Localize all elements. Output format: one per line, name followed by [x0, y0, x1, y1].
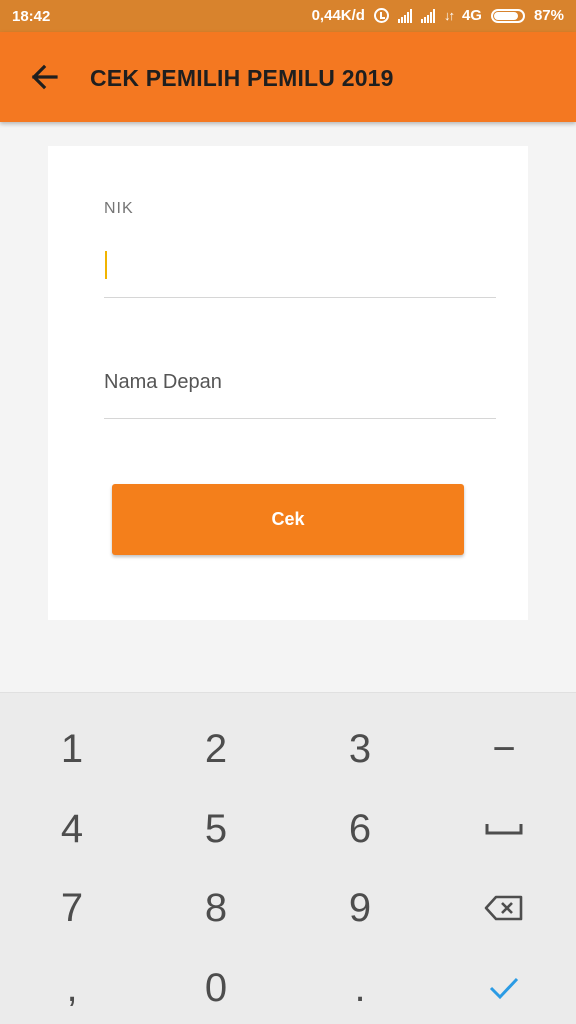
space-icon — [485, 822, 523, 836]
key-2[interactable]: 2 — [144, 709, 288, 789]
key-minus[interactable]: − — [432, 709, 576, 789]
key-9[interactable]: 9 — [288, 868, 432, 948]
key-label: 8 — [204, 885, 228, 930]
key-done[interactable] — [432, 948, 576, 1024]
nik-input[interactable] — [104, 242, 496, 292]
key-label: 4 — [60, 806, 84, 851]
key-label: 5 — [204, 806, 228, 851]
key-3[interactable]: 3 — [288, 709, 432, 789]
arrow-left-icon — [31, 64, 58, 90]
key-label: 7 — [60, 885, 84, 930]
alarm-icon — [373, 8, 389, 23]
key-label: 6 — [348, 806, 372, 851]
key-label: . — [354, 965, 366, 1010]
checkmark-icon — [488, 975, 520, 1001]
signal-icon — [420, 8, 435, 23]
numeric-keyboard: 1 2 3 − 4 5 6 7 8 9, 0. — [0, 692, 576, 1024]
status-icons: 0,44K/d ↓↑ 4G 87% — [312, 7, 564, 24]
status-bar: 18:42 0,44K/d ↓↑ 4G 87% — [0, 0, 576, 32]
battery-percent: 87% — [533, 7, 564, 24]
key-period[interactable]: . — [288, 948, 432, 1024]
key-label: , — [66, 965, 78, 1010]
key-5[interactable]: 5 — [144, 789, 288, 869]
nama-underline — [104, 418, 496, 419]
key-8[interactable]: 8 — [144, 868, 288, 948]
key-0[interactable]: 0 — [144, 948, 288, 1024]
backspace-icon — [484, 895, 524, 921]
key-label: 0 — [204, 965, 228, 1010]
key-comma[interactable]: , — [0, 948, 144, 1024]
nama-depan-input[interactable] — [104, 360, 496, 404]
battery-icon — [490, 8, 525, 23]
key-1[interactable]: 1 — [0, 709, 144, 789]
key-7[interactable]: 7 — [0, 868, 144, 948]
key-6[interactable]: 6 — [288, 789, 432, 869]
network-type: 4G — [461, 7, 482, 24]
status-time: 18:42 — [12, 8, 51, 25]
app-bar: CEK PEMILIH PEMILU 2019 — [0, 32, 576, 122]
text-cursor — [105, 251, 107, 279]
nik-underline — [104, 297, 496, 298]
key-label: 3 — [348, 726, 372, 771]
key-label: 9 — [348, 885, 372, 930]
key-label: − — [492, 726, 516, 771]
cek-button[interactable]: Cek — [112, 484, 464, 555]
network-speed: 0,44K/d — [311, 7, 365, 24]
data-arrows-icon: ↓↑ — [443, 8, 455, 23]
signal-icon — [397, 8, 412, 23]
page-title: CEK PEMILIH PEMILU 2019 — [90, 65, 394, 91]
key-backspace[interactable] — [432, 868, 576, 948]
back-button[interactable] — [24, 56, 66, 98]
key-space[interactable] — [432, 789, 576, 869]
key-4[interactable]: 4 — [0, 789, 144, 869]
form-card: NIK Cek — [48, 146, 528, 620]
key-label: 2 — [204, 726, 228, 771]
nik-label: NIK — [104, 200, 134, 217]
key-label: 1 — [60, 726, 84, 771]
